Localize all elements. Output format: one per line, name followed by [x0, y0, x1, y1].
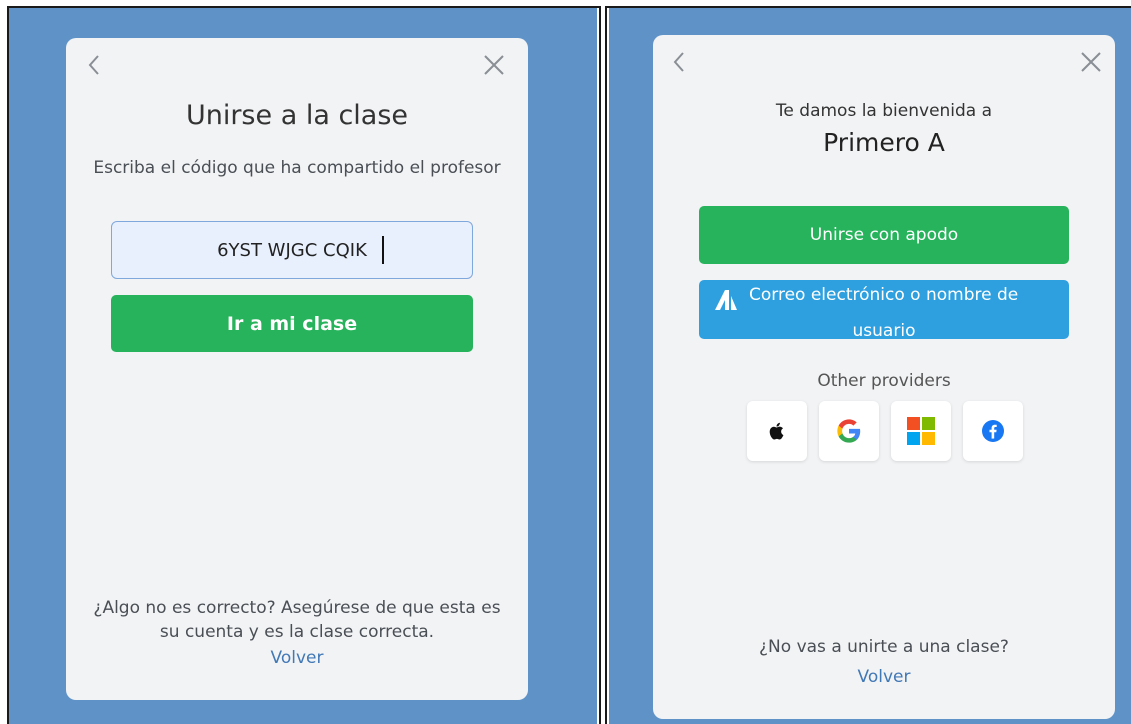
microsoft-signin-button[interactable]: [891, 401, 951, 461]
email-username-label-line1: Correo electrónico o nombre de: [749, 285, 1019, 305]
close-icon: [1081, 52, 1101, 72]
chevron-left-icon: [88, 55, 99, 75]
apple-icon: [769, 422, 784, 440]
class-code-input[interactable]: [111, 221, 473, 279]
close-icon: [484, 55, 504, 75]
help-text: ¿Algo no es correcto? Asegúrese de que e…: [66, 596, 528, 644]
other-providers-label: Other providers: [817, 371, 951, 391]
not-joining-text: ¿No vas a unirte a una clase?: [759, 637, 1009, 657]
email-username-button[interactable]: Correo electrónico o nombre de usuario: [699, 280, 1069, 339]
left-panel-background: Unirse a la clase Escriba el código que …: [9, 8, 597, 724]
microsoft-icon: [907, 417, 935, 445]
go-to-class-label: Ir a mi clase: [226, 312, 358, 335]
email-username-label-line2: usuario: [852, 321, 916, 339]
join-with-nickname-button[interactable]: Unirse con apodo: [699, 206, 1069, 264]
frame-divider-right: [605, 6, 607, 724]
class-name: Primero A: [823, 128, 945, 157]
text-caret: [382, 236, 384, 264]
google-icon: [837, 419, 861, 443]
back-link[interactable]: Volver: [66, 648, 528, 668]
back-button[interactable]: [667, 47, 691, 77]
autodesk-logo-icon: [715, 290, 737, 310]
close-button[interactable]: [480, 50, 508, 80]
join-with-nickname-label: Unirse con apodo: [809, 225, 959, 245]
go-to-class-button[interactable]: Ir a mi clase: [111, 295, 473, 352]
apple-signin-button[interactable]: [747, 401, 807, 461]
back-link[interactable]: Volver: [653, 667, 1115, 687]
help-text-line1: ¿Algo no es correcto? Asegúrese de que e…: [93, 598, 501, 618]
facebook-signin-button[interactable]: [963, 401, 1023, 461]
join-class-card: Unirse a la clase Escriba el código que …: [66, 38, 528, 700]
google-signin-button[interactable]: [819, 401, 879, 461]
back-button[interactable]: [82, 50, 106, 80]
chevron-left-icon: [673, 52, 684, 72]
facebook-icon: [982, 420, 1004, 442]
page-subtitle: Escriba el código que ha compartido el p…: [93, 158, 501, 178]
frame-divider-left: [599, 6, 601, 724]
right-panel-background: Te damos la bienvenida a Primero A Unirs…: [609, 8, 1131, 724]
welcome-card: Te damos la bienvenida a Primero A Unirs…: [653, 35, 1115, 719]
close-button[interactable]: [1077, 47, 1105, 77]
welcome-text: Te damos la bienvenida a: [775, 101, 993, 121]
page-title: Unirse a la clase: [185, 100, 409, 131]
screenshot-frame: Unirse a la clase Escriba el código que …: [0, 0, 1131, 724]
help-text-line2: su cuenta y es la clase correcta.: [159, 622, 435, 642]
